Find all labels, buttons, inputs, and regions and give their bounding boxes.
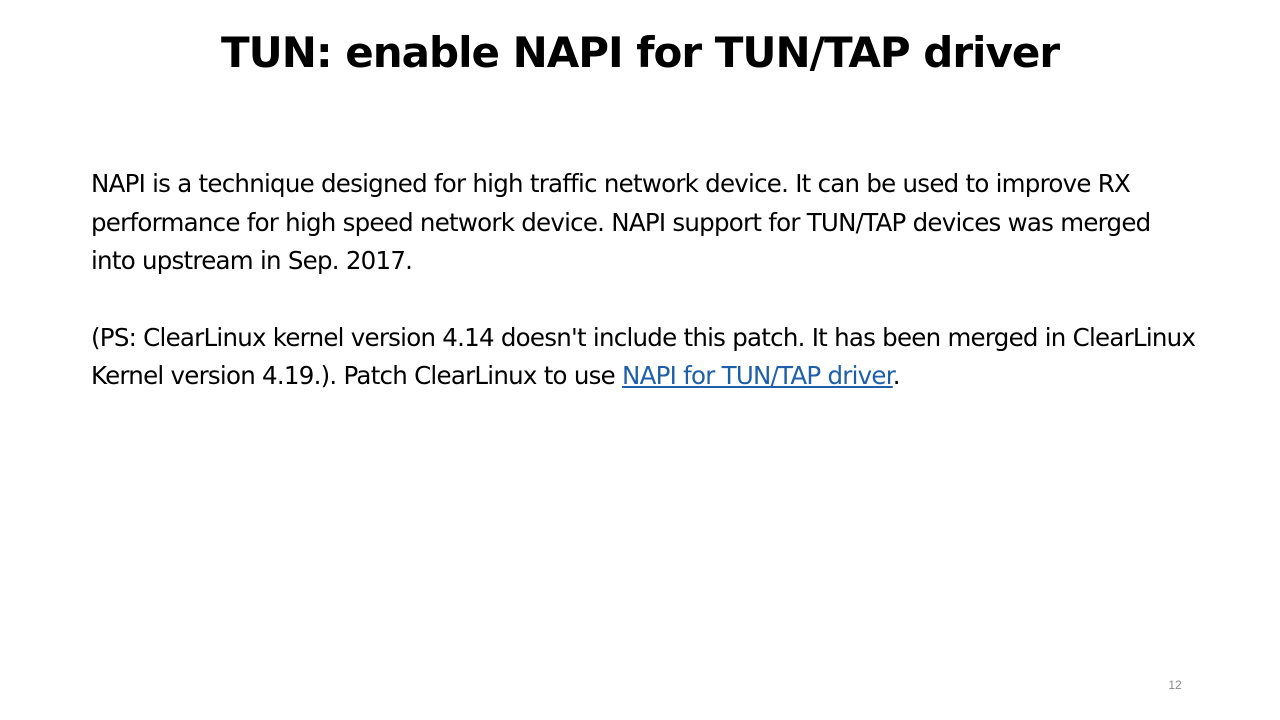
clearlinux-note-period: . [892, 361, 901, 390]
napi-tun-tap-driver-link[interactable]: NAPI for TUN/TAP driver [622, 361, 894, 390]
slide-body: NAPI is a technique designed for high tr… [91, 165, 1201, 396]
paragraph-clearlinux-note: (PS: ClearLinux kernel version 4.14 does… [91, 319, 1201, 396]
slide: TUN: enable NAPI for TUN/TAP driver NAPI… [0, 0, 1280, 720]
slide-number: 12 [1168, 678, 1182, 692]
slide-title: TUN: enable NAPI for TUN/TAP driver [220, 28, 1060, 77]
paragraph-napi-description: NAPI is a technique designed for high tr… [91, 169, 1151, 275]
